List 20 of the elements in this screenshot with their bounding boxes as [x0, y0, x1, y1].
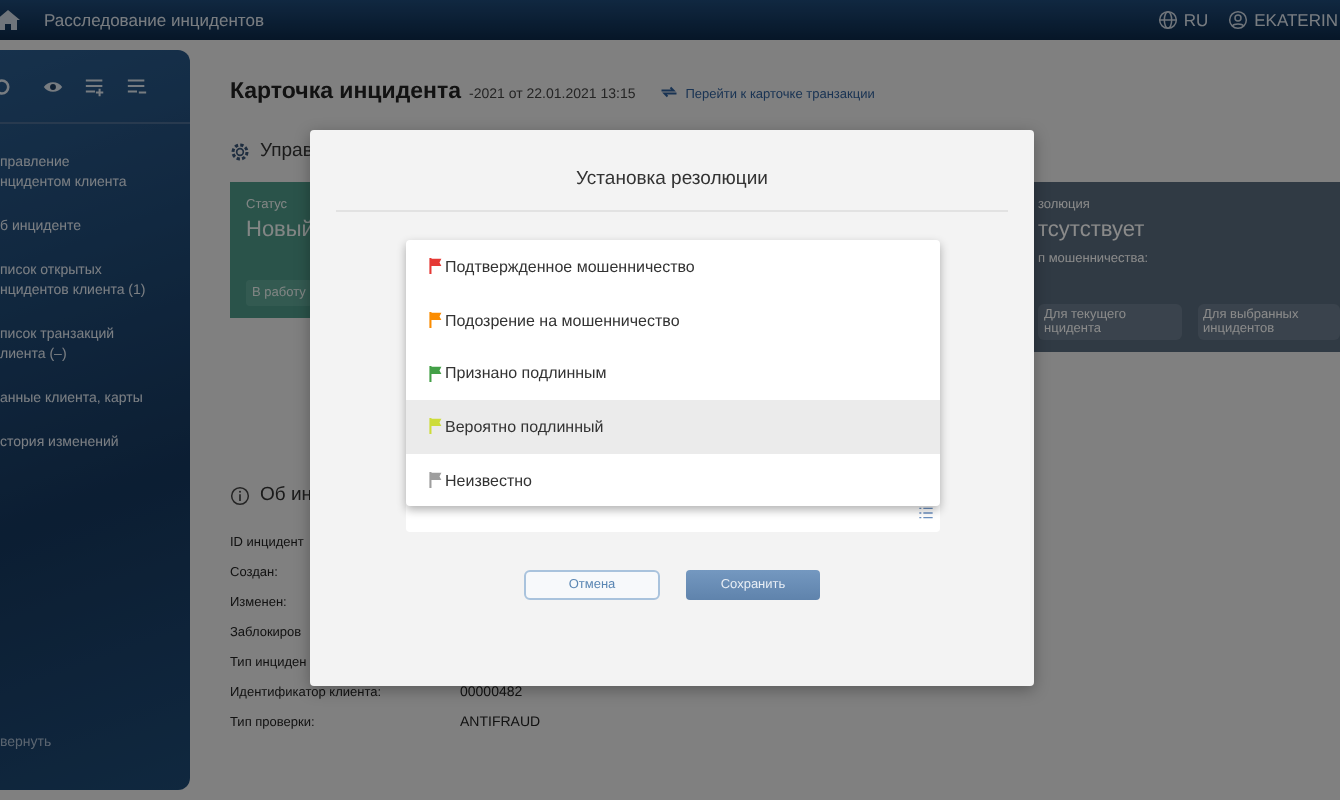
- resolution-option[interactable]: Подозрение на мошенничество: [405, 293, 939, 347]
- add-list-icon[interactable]: [84, 75, 106, 97]
- info-icon: [230, 485, 250, 505]
- resolution-option[interactable]: Признано подлинным: [405, 346, 939, 401]
- resolution-option[interactable]: Подтвержденное мошенничество: [405, 240, 939, 294]
- app-title: Расследование инцидентов: [44, 10, 264, 30]
- resolution-option[interactable]: Вероятно подлинный: [405, 400, 939, 454]
- gear-icon: [230, 141, 250, 161]
- resolution-value: тсутствует: [1038, 218, 1147, 242]
- list-icon[interactable]: [917, 506, 933, 520]
- resolution-option[interactable]: Неизвестно: [405, 453, 939, 507]
- home-icon[interactable]: [0, 8, 24, 32]
- remove-list-icon[interactable]: [126, 75, 148, 97]
- user-name[interactable]: EKATERIN: [1254, 10, 1338, 30]
- language-selector[interactable]: RU: [1183, 10, 1209, 30]
- user-icon[interactable]: [1228, 10, 1249, 30]
- page-title: Карточка инцидента: [230, 80, 461, 104]
- transfer-icon: [659, 86, 678, 98]
- globe-icon[interactable]: [1157, 10, 1178, 30]
- dialog-title: Установка резолюции: [576, 168, 768, 190]
